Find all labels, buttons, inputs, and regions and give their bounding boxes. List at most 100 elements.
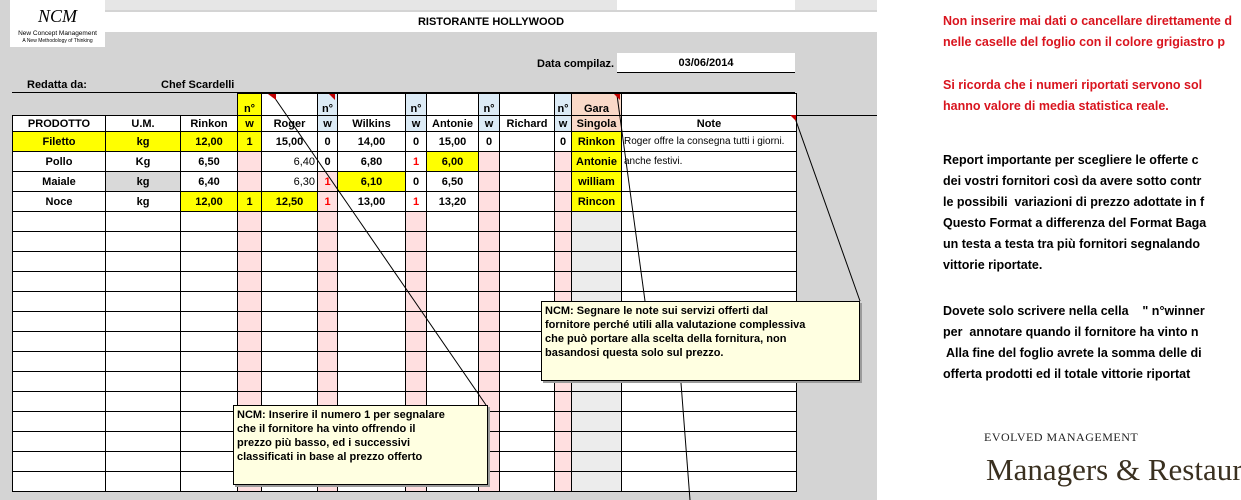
empty-cell[interactable]	[554, 431, 572, 452]
empty-cell[interactable]	[105, 291, 181, 312]
empty-cell[interactable]	[499, 451, 555, 472]
empty-cell[interactable]	[621, 431, 797, 452]
empty-cell[interactable]	[105, 271, 181, 292]
win-cell[interactable]	[237, 151, 262, 172]
empty-cell[interactable]	[261, 231, 318, 252]
empty-cell[interactable]	[499, 251, 555, 272]
empty-cell[interactable]	[571, 451, 622, 472]
win-cell[interactable]	[554, 191, 572, 212]
empty-cell[interactable]	[426, 311, 479, 332]
win-cell[interactable]	[478, 191, 500, 212]
empty-cell[interactable]	[12, 391, 106, 412]
empty-cell[interactable]	[554, 231, 572, 252]
win-cell[interactable]: 0	[317, 151, 338, 172]
empty-cell[interactable]	[12, 451, 106, 472]
empty-cell[interactable]	[405, 291, 427, 312]
empty-cell[interactable]	[105, 431, 181, 452]
empty-cell[interactable]	[405, 271, 427, 292]
empty-cell[interactable]	[554, 271, 572, 292]
empty-cell[interactable]	[12, 411, 106, 432]
empty-cell[interactable]	[478, 291, 500, 312]
empty-cell[interactable]	[12, 331, 106, 352]
empty-cell[interactable]	[571, 471, 622, 492]
empty-cell[interactable]	[478, 231, 500, 252]
empty-cell[interactable]	[317, 211, 338, 232]
empty-cell[interactable]	[337, 251, 406, 272]
empty-cell[interactable]	[180, 331, 238, 352]
empty-cell[interactable]	[180, 251, 238, 272]
empty-cell[interactable]	[621, 471, 797, 492]
empty-cell[interactable]	[478, 331, 500, 352]
empty-cell[interactable]	[554, 411, 572, 432]
empty-cell[interactable]	[478, 351, 500, 372]
empty-cell[interactable]	[261, 351, 318, 372]
empty-cell[interactable]	[337, 371, 406, 392]
price-cell[interactable]: 12,00	[180, 191, 238, 212]
empty-cell[interactable]	[405, 311, 427, 332]
empty-cell[interactable]	[405, 231, 427, 252]
win-cell[interactable]: 1	[237, 191, 262, 212]
empty-cell[interactable]	[237, 211, 262, 232]
empty-cell[interactable]	[105, 451, 181, 472]
empty-cell[interactable]	[499, 431, 555, 452]
empty-cell[interactable]	[237, 311, 262, 332]
win-cell[interactable]: 1	[405, 151, 427, 172]
empty-cell[interactable]	[317, 351, 338, 372]
price-cell[interactable]: 6,10	[337, 171, 406, 192]
empty-cell[interactable]	[317, 271, 338, 292]
empty-cell[interactable]	[426, 231, 479, 252]
empty-cell[interactable]	[426, 351, 479, 372]
empty-cell[interactable]	[105, 471, 181, 492]
empty-cell[interactable]	[478, 271, 500, 292]
empty-cell[interactable]	[12, 231, 106, 252]
win-cell[interactable]	[554, 171, 572, 192]
empty-cell[interactable]	[478, 311, 500, 332]
empty-cell[interactable]	[621, 451, 797, 472]
empty-cell[interactable]	[180, 411, 238, 432]
empty-cell[interactable]	[337, 351, 406, 372]
um-cell[interactable]: Kg	[105, 151, 181, 172]
um-cell[interactable]: kg	[105, 171, 181, 192]
empty-cell[interactable]	[180, 371, 238, 392]
win-cell[interactable]	[554, 151, 572, 172]
price-cell[interactable]: 13,00	[337, 191, 406, 212]
empty-cell[interactable]	[571, 231, 622, 252]
empty-cell[interactable]	[105, 411, 181, 432]
empty-cell[interactable]	[105, 331, 181, 352]
empty-cell[interactable]	[426, 371, 479, 392]
author-value[interactable]: Chef Scardelli	[161, 79, 234, 91]
note-cell[interactable]: anche festivi.	[621, 151, 797, 172]
empty-cell[interactable]	[554, 451, 572, 472]
price-cell[interactable]	[499, 171, 555, 192]
empty-cell[interactable]	[261, 271, 318, 292]
empty-cell[interactable]	[261, 371, 318, 392]
empty-cell[interactable]	[554, 211, 572, 232]
empty-cell[interactable]	[180, 291, 238, 312]
empty-cell[interactable]	[621, 251, 797, 272]
product-cell[interactable]: Maiale	[12, 171, 106, 192]
win-cell[interactable]: 1	[237, 131, 262, 152]
price-cell[interactable]: 13,20	[426, 191, 479, 212]
empty-cell[interactable]	[105, 371, 181, 392]
empty-cell[interactable]	[105, 391, 181, 412]
empty-cell[interactable]	[554, 391, 572, 412]
win-cell[interactable]: 1	[405, 191, 427, 212]
price-cell[interactable]: 6,40	[261, 151, 318, 172]
empty-cell[interactable]	[180, 471, 238, 492]
empty-cell[interactable]	[12, 251, 106, 272]
price-cell[interactable]	[499, 151, 555, 172]
win-cell[interactable]: 0	[405, 171, 427, 192]
empty-cell[interactable]	[621, 411, 797, 432]
price-cell[interactable]: 6,00	[426, 151, 479, 172]
price-cell[interactable]: 6,30	[261, 171, 318, 192]
empty-cell[interactable]	[426, 271, 479, 292]
empty-cell[interactable]	[426, 331, 479, 352]
win-cell[interactable]: 1	[317, 191, 338, 212]
empty-cell[interactable]	[499, 391, 555, 412]
empty-cell[interactable]	[180, 311, 238, 332]
empty-cell[interactable]	[317, 371, 338, 392]
win-cell[interactable]	[237, 171, 262, 192]
empty-cell[interactable]	[105, 351, 181, 372]
win-cell[interactable]: 0	[405, 131, 427, 152]
empty-cell[interactable]	[621, 211, 797, 232]
